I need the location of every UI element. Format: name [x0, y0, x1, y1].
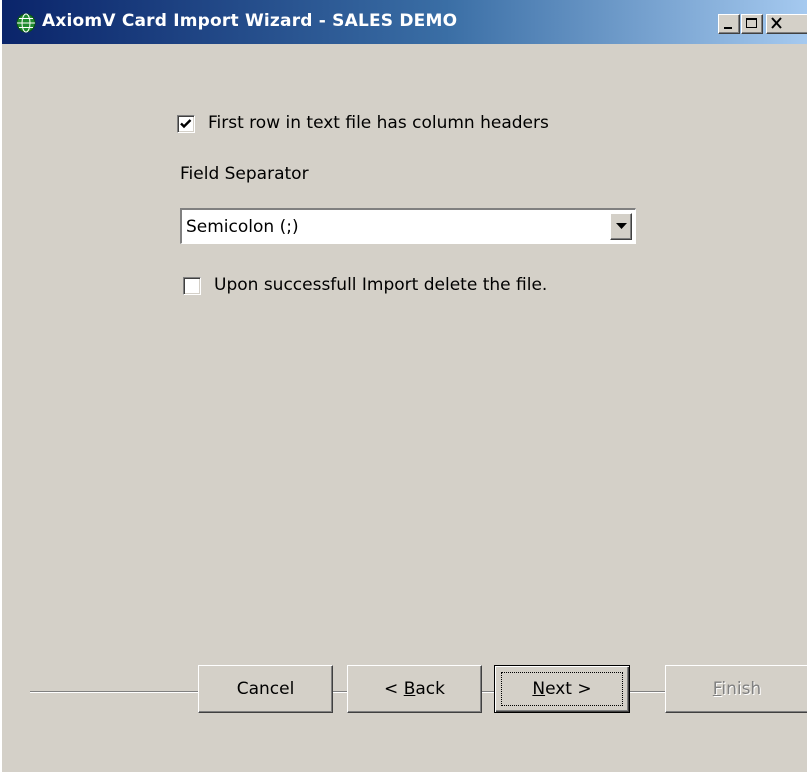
back-button-mnemonic: B	[403, 679, 416, 699]
first-row-headers-label[interactable]: First row in text file has column header…	[208, 113, 549, 133]
dropdown-button[interactable]	[610, 213, 632, 240]
minimize-button[interactable]	[718, 14, 740, 34]
window-title: AxiomV Card Import Wizard - SALES DEMO	[42, 11, 458, 31]
wizard-content: First row in text file has column header…	[2, 44, 807, 772]
close-icon	[771, 17, 782, 29]
finish-button[interactable]: Finish	[665, 665, 807, 713]
focus-rectangle	[501, 672, 623, 706]
field-separator-label: Field Separator	[180, 164, 309, 184]
finish-button-rest: inish	[721, 679, 762, 699]
first-row-headers-checkbox[interactable]	[177, 115, 195, 133]
back-button-prefix: <	[384, 679, 404, 699]
back-button-rest: ack	[415, 679, 445, 699]
title-bar[interactable]: AxiomV Card Import Wizard - SALES DEMO	[2, 0, 807, 44]
cancel-button[interactable]: Cancel	[198, 665, 333, 713]
next-button[interactable]: Next >	[494, 665, 630, 713]
checkmark-icon	[180, 119, 192, 129]
close-button[interactable]	[766, 14, 807, 34]
field-separator-select[interactable]: Semicolon (;)	[180, 208, 636, 244]
maximize-button[interactable]	[741, 14, 763, 34]
delete-after-import-checkbox[interactable]	[183, 277, 201, 295]
delete-after-import-label[interactable]: Upon successfull Import delete the file.	[214, 275, 547, 295]
back-button[interactable]: < Back	[347, 665, 482, 713]
minimize-icon	[724, 27, 732, 29]
field-separator-value: Semicolon (;)	[186, 217, 299, 237]
globe-icon	[16, 13, 36, 33]
maximize-icon	[746, 18, 757, 28]
import-wizard-window: AxiomV Card Import Wizard - SALES DEMO F…	[0, 0, 807, 772]
chevron-down-icon	[616, 223, 627, 229]
